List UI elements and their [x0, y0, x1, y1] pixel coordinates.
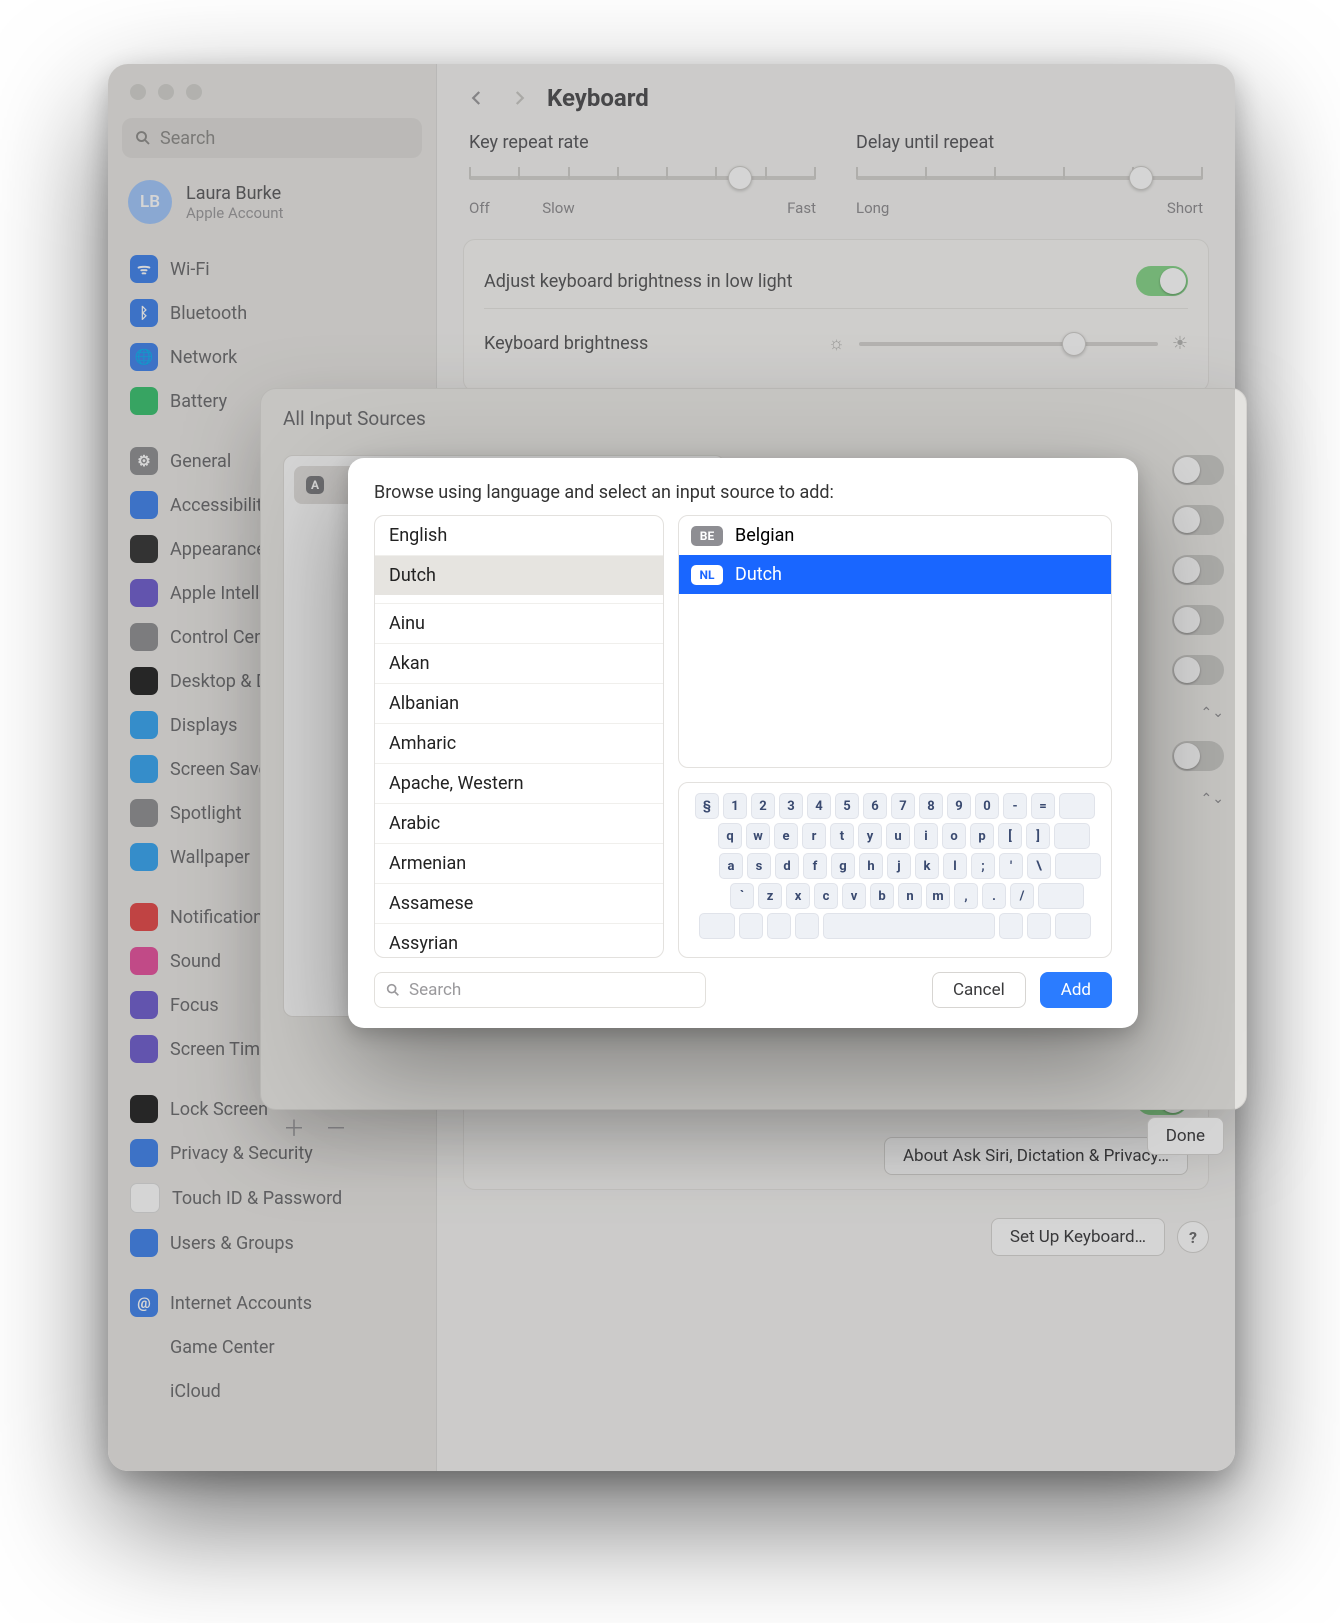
key: =: [1031, 793, 1055, 819]
key: 6: [863, 793, 887, 819]
key: §: [695, 793, 719, 819]
language-item[interactable]: Akan: [375, 643, 663, 683]
key: 4: [807, 793, 831, 819]
key: \: [1027, 853, 1051, 879]
key: n: [898, 883, 922, 909]
key: y: [858, 823, 882, 849]
language-item[interactable]: Assyrian: [375, 923, 663, 958]
input-source-list[interactable]: BE Belgian NL Dutch: [678, 515, 1112, 768]
key-wide: [1059, 793, 1095, 819]
input-source-item[interactable]: NL Dutch: [679, 555, 1111, 594]
key: -: [1003, 793, 1027, 819]
key: k: [915, 853, 939, 879]
key: j: [887, 853, 911, 879]
input-source-item[interactable]: BE Belgian: [679, 516, 1111, 555]
key: ': [999, 853, 1023, 879]
spacebar-key: [823, 913, 995, 939]
language-item[interactable]: English: [375, 516, 663, 555]
key: v: [842, 883, 866, 909]
language-list[interactable]: EnglishDutch AinuAkanAlbanianAmharicApach…: [374, 515, 664, 958]
key: 1: [723, 793, 747, 819]
language-item[interactable]: Armenian: [375, 843, 663, 883]
key: l: [943, 853, 967, 879]
key: 8: [919, 793, 943, 819]
key-wide: [1038, 883, 1084, 909]
key: .: [982, 883, 1006, 909]
key: e: [774, 823, 798, 849]
key: 2: [751, 793, 775, 819]
language-item[interactable]: Arabic: [375, 803, 663, 843]
key: o: [942, 823, 966, 849]
key: [739, 913, 763, 939]
modal-title: Browse using language and select an inpu…: [374, 482, 1112, 503]
key: m: [926, 883, 950, 909]
key: q: [718, 823, 742, 849]
key: [795, 913, 819, 939]
key: p: [970, 823, 994, 849]
cancel-button[interactable]: Cancel: [932, 972, 1026, 1008]
key: c: [814, 883, 838, 909]
key: ,: [954, 883, 978, 909]
key: d: [775, 853, 799, 879]
key: s: [747, 853, 771, 879]
key: g: [831, 853, 855, 879]
key: x: [786, 883, 810, 909]
language-item[interactable]: Ainu: [375, 603, 663, 643]
key: [: [998, 823, 1022, 849]
key: ;: [971, 853, 995, 879]
input-source-label: Dutch: [735, 564, 782, 585]
key: [767, 913, 791, 939]
input-source-label: Belgian: [735, 525, 794, 546]
modal-search-input[interactable]: Search: [374, 972, 706, 1008]
key: 0: [975, 793, 999, 819]
key: [1027, 913, 1051, 939]
key: u: [886, 823, 910, 849]
key-wide: [1055, 853, 1101, 879]
key: f: [803, 853, 827, 879]
language-item[interactable]: Apache, Western: [375, 763, 663, 803]
key: a: [719, 853, 743, 879]
search-icon: [385, 982, 401, 998]
key-wide: [1054, 823, 1090, 849]
add-button[interactable]: Add: [1040, 972, 1112, 1008]
layout-badge: NL: [691, 565, 723, 585]
add-input-source-modal: Browse using language and select an inpu…: [348, 458, 1138, 1028]
layout-badge: BE: [691, 526, 723, 546]
key: w: [746, 823, 770, 849]
language-item[interactable]: Assamese: [375, 883, 663, 923]
key: z: [758, 883, 782, 909]
key: ]: [1026, 823, 1050, 849]
key: i: [914, 823, 938, 849]
key: [999, 913, 1023, 939]
key: t: [830, 823, 854, 849]
key: r: [802, 823, 826, 849]
key: `: [730, 883, 754, 909]
language-item[interactable]: Dutch: [375, 555, 663, 595]
key: 7: [891, 793, 915, 819]
key: [699, 913, 735, 939]
key: h: [859, 853, 883, 879]
key: b: [870, 883, 894, 909]
key: /: [1010, 883, 1034, 909]
key: [1055, 913, 1091, 939]
key: 9: [947, 793, 971, 819]
key: 5: [835, 793, 859, 819]
language-item[interactable]: Albanian: [375, 683, 663, 723]
key: 3: [779, 793, 803, 819]
language-item[interactable]: Amharic: [375, 723, 663, 763]
keyboard-preview: §1234567890-= qwertyuiop[] asdfghjkl;'\ `zx…: [678, 782, 1112, 958]
